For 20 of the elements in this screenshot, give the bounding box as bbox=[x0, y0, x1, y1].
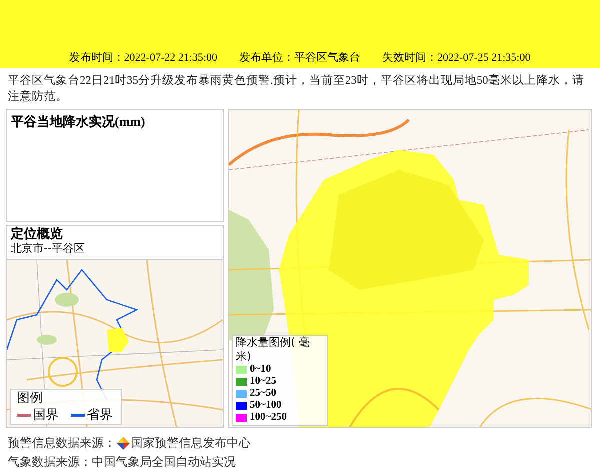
legend-title: 图例 bbox=[17, 391, 44, 407]
legend-label: 50~100 bbox=[250, 400, 282, 411]
legend-label: 10~25 bbox=[250, 376, 276, 387]
legend-label: 国界 bbox=[33, 407, 59, 423]
panel-subtitle: 北京市--平谷区 bbox=[11, 242, 86, 256]
panel-title: 平谷当地降水实况(mm) bbox=[11, 113, 146, 131]
legend-label: 省界 bbox=[87, 407, 113, 423]
source-label: 预警信息数据来源： bbox=[8, 435, 116, 452]
header-info: 发布单位：平谷区气象台 bbox=[240, 51, 360, 66]
source-label: 气象数据来源：中国气象局全国自动站实况 bbox=[8, 454, 237, 471]
header-info: 发布时间：2022-07-22 21:35:00 bbox=[69, 51, 218, 66]
legend-label: 25~50 bbox=[250, 388, 276, 399]
panel-title: 定位概览 bbox=[11, 228, 64, 242]
legend-label: 0~10 bbox=[250, 364, 272, 375]
legend-label: 100~250 bbox=[250, 412, 287, 423]
diamond-logo-icon bbox=[117, 437, 130, 450]
header-info: 失效时间：2022-07-25 21:35:00 bbox=[382, 51, 531, 66]
source-name: 国家预警信息发布中心 bbox=[131, 435, 251, 452]
warning-description: 平谷区气象台22日21时35分升级发布暴雨黄色预警.预计，当前至23时，平谷区将出现局地50毫米以上降水，请注意防范。 bbox=[7, 73, 586, 105]
legend-title: 降水量图例( 毫米) bbox=[236, 336, 311, 364]
